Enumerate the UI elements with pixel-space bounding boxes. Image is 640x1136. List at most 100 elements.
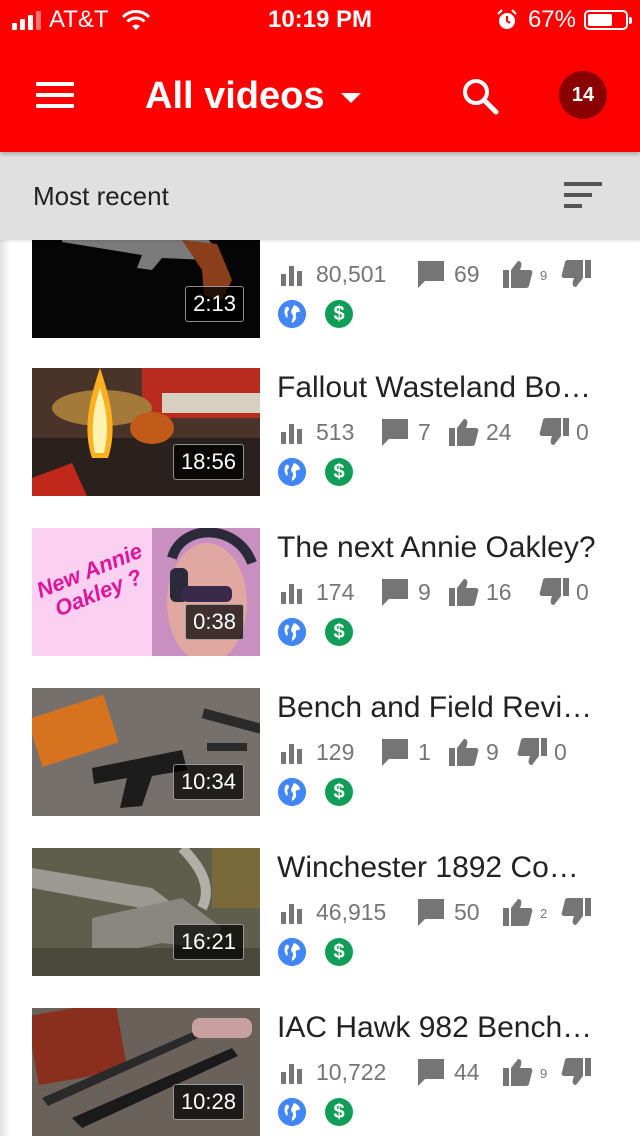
video-title[interactable]: Fallout Wasteland Bo…: [277, 368, 607, 408]
video-duration: 0:38: [185, 604, 244, 640]
app-bar: All videos 14: [0, 40, 640, 152]
video-badges: $: [278, 778, 368, 806]
menu-button[interactable]: [36, 80, 76, 110]
search-icon[interactable]: [460, 76, 500, 116]
video-thumbnail[interactable]: 16:21: [32, 848, 260, 976]
comment-icon: [382, 419, 408, 446]
globe-icon: [278, 1098, 306, 1126]
view-count: 174: [316, 579, 355, 605]
thumbs-up-icon: [503, 1059, 533, 1086]
thumbs-down-icon: [561, 898, 591, 925]
comment-count: 7: [418, 419, 431, 445]
thumbs-down-icon: [517, 738, 547, 765]
video-stats: 513 7 24 0: [280, 416, 620, 448]
status-bar: AT&T 10:19 PM 67%: [0, 0, 640, 40]
bar-chart-icon: [281, 904, 302, 924]
bar-chart-icon: [281, 744, 302, 764]
comment-count: 44: [454, 1059, 480, 1085]
globe-icon: [278, 618, 306, 646]
comment-icon: [382, 739, 408, 766]
thumbs-up-icon: [449, 579, 479, 606]
thumbs-up-icon: [503, 899, 533, 926]
video-thumbnail[interactable]: 2:13: [32, 240, 260, 338]
notifications-badge[interactable]: 14: [559, 71, 607, 119]
bar-chart-icon: [281, 424, 302, 444]
video-thumbnail[interactable]: 10:34: [32, 688, 260, 816]
video-badges: $: [278, 300, 368, 328]
chevron-down-icon: [340, 93, 361, 103]
view-count: 10,722: [316, 1059, 387, 1085]
dollar-icon: $: [325, 458, 353, 486]
video-list-item[interactable]: New Annie Oakley ? 0:38 The next Annie O…: [0, 528, 640, 658]
dislike-count: 0: [576, 579, 589, 605]
video-badges: $: [278, 458, 368, 486]
page-title: All videos: [145, 75, 325, 117]
video-stats: 80,501 69 9: [280, 258, 620, 290]
video-duration: 10:28: [172, 1084, 244, 1120]
dollar-icon: $: [325, 938, 353, 966]
dollar-icon: $: [325, 1098, 353, 1126]
video-thumbnail[interactable]: 10:28: [32, 1008, 260, 1136]
globe-icon: [278, 300, 306, 328]
video-badges: $: [278, 618, 368, 646]
sort-icon[interactable]: [564, 180, 602, 210]
app-screen: AT&T 10:19 PM 67% All videos 14 Most rec…: [0, 0, 640, 1136]
thumbs-down-icon: [561, 1058, 591, 1085]
video-list-item[interactable]: 10:28 IAC Hawk 982 Bench… 10,722 44 9 $: [0, 1008, 640, 1136]
battery-icon: [584, 10, 632, 30]
video-duration: 16:21: [172, 924, 244, 960]
video-title[interactable]: Winchester 1892 Co…: [277, 848, 607, 888]
video-stats: 10,722 44 9: [280, 1056, 620, 1088]
thumbs-down-icon: [561, 260, 591, 287]
comment-icon: [382, 579, 408, 606]
comment-icon: [418, 899, 444, 926]
sort-bar: Most recent: [0, 152, 640, 240]
thumbs-up-icon: [449, 419, 479, 446]
like-count: 9: [540, 268, 548, 283]
video-list-item[interactable]: 16:21 Winchester 1892 Co… 46,915 50 2 $: [0, 848, 640, 978]
comment-count: 69: [454, 261, 480, 287]
view-count: 513: [316, 419, 355, 445]
dollar-icon: $: [325, 778, 353, 806]
video-stats: 174 9 16 0: [280, 576, 620, 608]
comment-count: 50: [454, 899, 480, 925]
video-list-item[interactable]: 2:13 80,501 69 9 $: [0, 240, 640, 340]
like-count: 9: [540, 1066, 548, 1081]
video-duration: 2:13: [185, 286, 244, 322]
dollar-icon: $: [325, 618, 353, 646]
video-list: 2:13 80,501 69 9 $ 18:56 Fallout Wasteland…: [0, 240, 640, 1136]
like-count: 24: [486, 419, 512, 445]
video-list-item[interactable]: 18:56 Fallout Wasteland Bo… 513 7 24 0 $: [0, 368, 640, 498]
video-duration: 10:34: [172, 764, 244, 800]
alarm-icon: [497, 9, 517, 29]
comment-icon: [418, 1059, 444, 1086]
globe-icon: [278, 778, 306, 806]
dollar-icon: $: [325, 300, 353, 328]
dislike-count: 0: [576, 419, 589, 445]
status-right: 67%: [496, 6, 632, 34]
video-stats: 129 1 9 0: [280, 736, 620, 768]
comment-icon: [418, 261, 444, 288]
view-count: 46,915: [316, 899, 387, 925]
thumbs-down-icon: [539, 578, 569, 605]
like-count: 16: [486, 579, 512, 605]
comment-count: 1: [418, 739, 431, 765]
globe-icon: [278, 938, 306, 966]
battery-percent: 67%: [527, 6, 576, 33]
bar-chart-icon: [281, 266, 302, 286]
like-count: 2: [540, 906, 548, 921]
dislike-count: 0: [554, 739, 567, 765]
globe-icon: [278, 458, 306, 486]
video-filter-dropdown[interactable]: All videos: [145, 70, 361, 122]
video-thumbnail[interactable]: New Annie Oakley ? 0:38: [32, 528, 260, 656]
video-title[interactable]: The next Annie Oakley?: [277, 528, 607, 568]
view-count: 129: [316, 739, 355, 765]
video-thumbnail[interactable]: 18:56: [32, 368, 260, 496]
sort-label: Most recent: [33, 181, 169, 211]
video-duration: 18:56: [172, 444, 244, 480]
video-list-item[interactable]: 10:34 Bench and Field Revi… 129 1 9 0 $: [0, 688, 640, 818]
video-title[interactable]: Bench and Field Revi…: [277, 688, 607, 728]
video-title[interactable]: IAC Hawk 982 Bench…: [277, 1008, 607, 1048]
bar-chart-icon: [281, 1064, 302, 1084]
video-stats: 46,915 50 2: [280, 896, 620, 928]
